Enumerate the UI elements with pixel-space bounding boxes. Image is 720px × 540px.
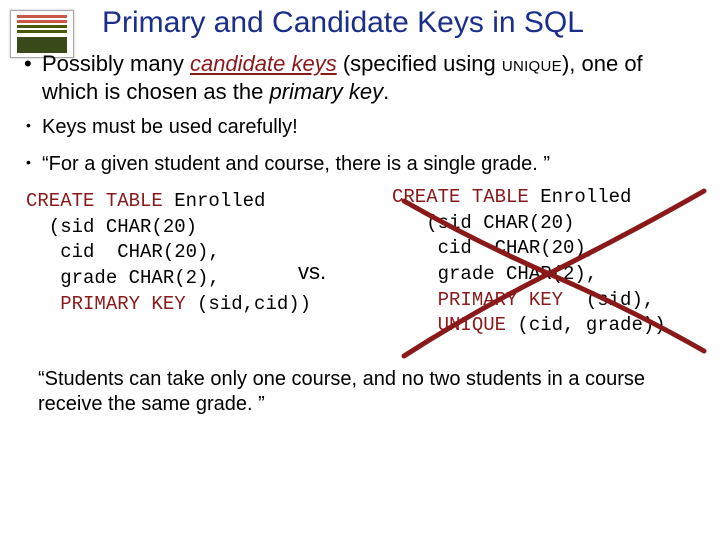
bullet-candidate-keys: Possibly many candidate keys (specified … [42, 50, 696, 105]
code-text: cid CHAR(20), [26, 241, 220, 263]
closing-quote: “Students can take only one course, and … [38, 367, 686, 417]
keyword-unique: UNIQUE [392, 314, 517, 336]
keyword-primary-key: PRIMARY KEY [392, 289, 574, 311]
code-text: (sid CHAR(20) [392, 212, 574, 234]
term-candidate-keys: candidate keys [190, 51, 337, 76]
code-block-left: CREATE TABLE Enrolled (sid CHAR(20) cid … [26, 189, 346, 317]
code-text: grade CHAR(2), [392, 263, 597, 285]
keyword-create-table: CREATE TABLE [26, 190, 163, 212]
term-unique: UNIQUE [502, 51, 562, 76]
code-text: grade CHAR(2), [26, 267, 220, 289]
code-text: (sid CHAR(20) [26, 216, 197, 238]
code-text: cid CHAR(20), [392, 237, 597, 259]
code-text: Enrolled [529, 186, 632, 208]
code-block-right: CREATE TABLE Enrolled (sid CHAR(20) cid … [392, 185, 712, 339]
code-text: (cid, grade)) [517, 314, 665, 336]
slide: Primary and Candidate Keys in SQL Possib… [0, 0, 720, 540]
term-primary-key: primary key [269, 79, 383, 104]
vs-label: vs. [298, 259, 326, 285]
bullet-keys-careful: Keys must be used carefully! [42, 115, 696, 140]
code-text: Enrolled [163, 190, 266, 212]
sub-bullet-list: Keys must be used carefully! “For a give… [24, 115, 696, 177]
bullet-single-grade: “For a given student and course, there i… [42, 152, 696, 177]
text: (specified using [337, 51, 502, 76]
text: . [383, 79, 389, 104]
keyword-primary-key: PRIMARY KEY [26, 293, 197, 315]
code-text: (sid,cid)) [197, 293, 311, 315]
text: Possibly many [42, 51, 190, 76]
keyword-create-table: CREATE TABLE [392, 186, 529, 208]
code-text: (sid), [574, 289, 654, 311]
bullet-list: Possibly many candidate keys (specified … [24, 50, 696, 105]
slide-title: Primary and Candidate Keys in SQL [24, 6, 696, 40]
code-comparison: CREATE TABLE Enrolled (sid CHAR(20) cid … [24, 189, 696, 359]
